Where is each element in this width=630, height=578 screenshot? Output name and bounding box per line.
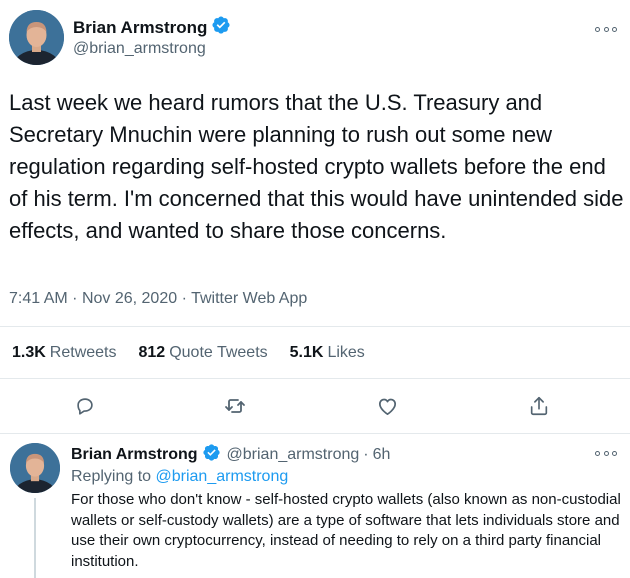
reply-author-avatar[interactable]	[10, 443, 60, 493]
reply-button[interactable]	[72, 393, 98, 419]
verified-badge-icon	[211, 15, 231, 40]
share-icon	[530, 396, 548, 416]
meta-separator: ·	[72, 290, 82, 307]
reply-header: Brian Armstrong @brian_armstrong · 6h	[71, 443, 390, 467]
author-handle[interactable]: @brian_armstrong	[73, 40, 206, 58]
reply-text: For those who don't know - self-hosted c…	[71, 491, 621, 570]
retweets-count: 1.3K	[12, 344, 46, 361]
tweet-date[interactable]: Nov 26, 2020	[82, 290, 177, 307]
replying-prefix: Replying to	[71, 468, 152, 485]
reply-author-name[interactable]: Brian Armstrong	[71, 446, 198, 464]
author-name-text[interactable]: Brian Armstrong	[73, 18, 207, 38]
reply-age[interactable]: 6h	[373, 446, 391, 464]
thread-line	[34, 498, 36, 578]
reply-author-handle[interactable]: @brian_armstrong	[227, 446, 360, 464]
retweets-stat[interactable]: 1.3K Retweets	[12, 344, 117, 362]
tweet-meta: 7:41 AM · Nov 26, 2020 · Twitter Web App	[9, 290, 307, 308]
tweet-source[interactable]: Twitter Web App	[191, 290, 307, 307]
meta-separator: ·	[181, 290, 192, 307]
more-options-icon[interactable]	[595, 448, 617, 458]
author-name[interactable]: Brian Armstrong	[73, 15, 231, 40]
likes-label: Likes	[327, 344, 365, 361]
likes-stat[interactable]: 5.1K Likes	[290, 344, 365, 362]
likes-count: 5.1K	[289, 344, 324, 361]
tweet-text: Last week we heard rumors that the U.S. …	[9, 90, 624, 243]
author-avatar[interactable]	[9, 10, 64, 65]
share-button[interactable]	[526, 393, 552, 419]
replying-to: Replying to @brian_armstrong	[71, 468, 288, 486]
retweets-label: Retweets	[49, 344, 117, 361]
divider	[0, 433, 630, 434]
verified-badge-icon	[202, 443, 221, 467]
more-options-icon[interactable]	[595, 24, 617, 34]
reply-separator: ·	[363, 446, 369, 463]
heart-icon	[378, 398, 396, 415]
tweet-time[interactable]: 7:41 AM	[9, 290, 68, 307]
reply-icon	[77, 398, 93, 415]
replying-to-link[interactable]: @brian_armstrong	[156, 468, 289, 485]
tweet-stats: 1.3K Retweets 812 Quote Tweets 5.1K Likes	[12, 344, 387, 362]
divider	[0, 378, 630, 379]
like-button[interactable]	[374, 393, 400, 419]
retweet-button[interactable]	[222, 393, 248, 419]
retweet-icon	[225, 399, 245, 413]
quote-tweets-count: 812	[138, 344, 166, 361]
quote-tweets-stat[interactable]: 812 Quote Tweets	[139, 344, 268, 362]
divider	[0, 326, 630, 327]
quote-tweets-label: Quote Tweets	[169, 344, 268, 361]
